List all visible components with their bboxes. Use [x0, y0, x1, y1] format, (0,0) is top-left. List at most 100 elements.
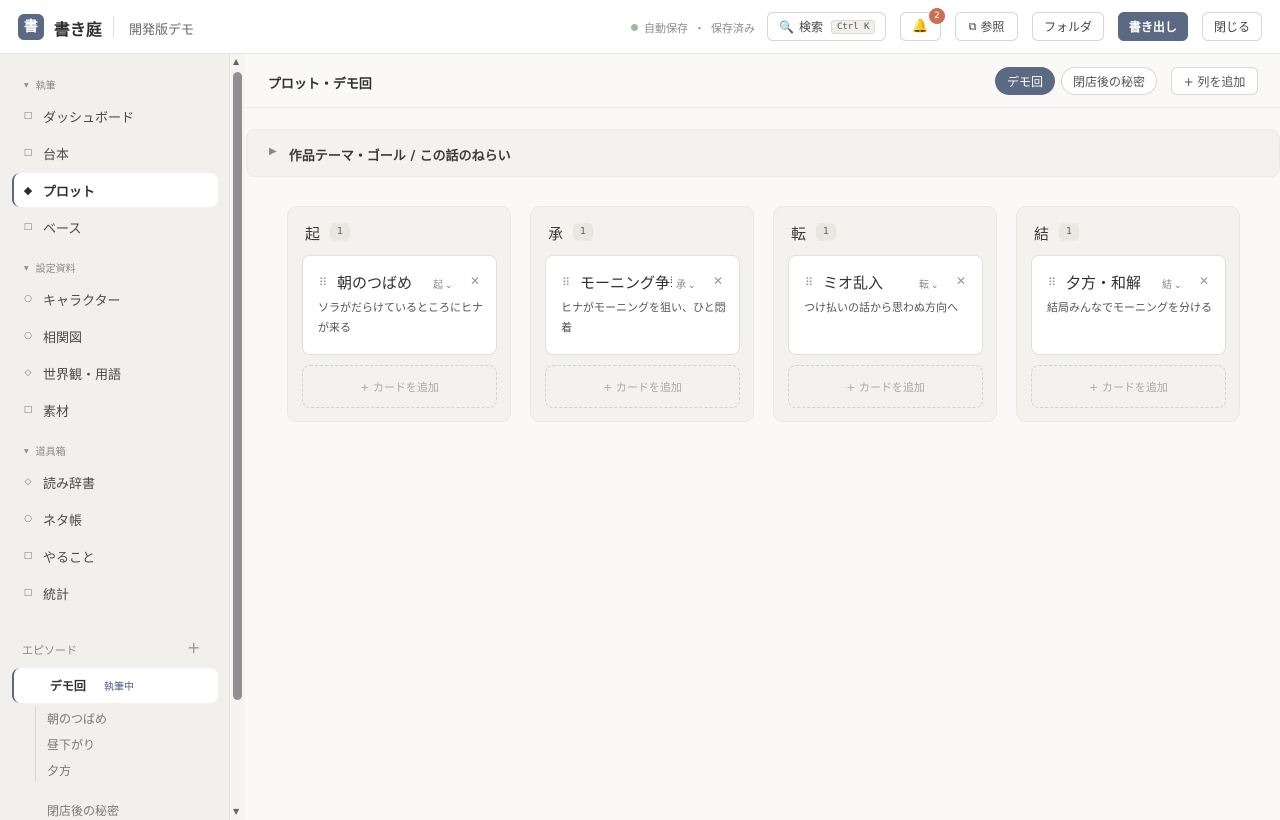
plot-column: 起 1 ⠿ 朝のつばめ 起 ⌄ ✕ ソラがだらけているところにヒナが来る + カー…	[287, 206, 511, 422]
drag-handle-icon[interactable]: ⠿	[1048, 276, 1056, 289]
chevron-down-icon: ⌄	[1174, 281, 1182, 291]
sidebar-item-todo[interactable]: □ やること	[12, 539, 218, 573]
card-title[interactable]: 朝のつばめ	[337, 272, 429, 294]
circle-icon: ○	[24, 514, 32, 524]
column-title[interactable]: 起	[305, 223, 320, 244]
section-label-settings[interactable]: ▼ 設定資料	[24, 260, 76, 275]
card-title[interactable]: 夕方・和解	[1066, 272, 1158, 294]
add-card-button[interactable]: + カードを追加	[302, 365, 497, 408]
export-button[interactable]: 書き出し	[1118, 12, 1188, 41]
project-name: 開発版デモ	[129, 23, 195, 38]
page-title: プロット・デモ回	[268, 77, 373, 92]
sidebar-item-base[interactable]: □ ベース	[12, 210, 218, 244]
episode-scene-item[interactable]: 朝のつばめ	[47, 710, 107, 727]
plot-card[interactable]: ⠿ 朝のつばめ 起 ⌄ ✕ ソラがだらけているところにヒナが来る	[302, 255, 497, 355]
close-icon[interactable]: ✕	[1199, 274, 1209, 288]
drag-handle-icon[interactable]: ⠿	[562, 276, 570, 289]
card-column-select[interactable]: 起 ⌄	[433, 276, 453, 291]
column-title[interactable]: 承	[548, 223, 563, 244]
caret-down-icon: ▼	[24, 265, 29, 272]
episode-tab[interactable]: 閉店後の秘密	[1061, 67, 1157, 95]
reference-button[interactable]: ⧉ 参照	[955, 12, 1018, 41]
plot-card[interactable]: ⠿ ミオ乱入 転 ⌄ ✕ つけ払いの話から思わぬ方向へ	[788, 255, 983, 355]
column-title[interactable]: 転	[791, 223, 806, 244]
square-icon: □	[23, 148, 33, 158]
card-body[interactable]: ヒナがモーニングを狙い、ひと悶着	[561, 298, 729, 338]
sidebar-item-idea-notes[interactable]: ○ ネタ帳	[12, 502, 218, 536]
column-count: 1	[1059, 223, 1079, 241]
search-label: 検索	[798, 20, 823, 34]
card-column-select[interactable]: 結 ⌄	[1162, 276, 1182, 291]
caret-down-icon: ▼	[24, 448, 29, 455]
sidebar-item-materials[interactable]: □ 素材	[12, 393, 218, 427]
square-icon: □	[23, 111, 33, 121]
episode-status: 執筆中	[104, 682, 135, 693]
add-episode-button[interactable]: +	[187, 638, 200, 657]
add-column-button[interactable]: + 列を追加	[1171, 67, 1258, 95]
autosave-dot-icon	[631, 24, 638, 31]
card-title[interactable]: ミオ乱入	[823, 272, 915, 294]
square-icon: □	[23, 551, 33, 561]
add-card-button[interactable]: + カードを追加	[788, 365, 983, 408]
sidebar-item-reading-dict[interactable]: ◇ 読み辞書	[12, 465, 218, 499]
close-icon[interactable]: ✕	[470, 274, 480, 288]
sidebar-item-characters[interactable]: ○ キャラクター	[12, 282, 218, 316]
drag-handle-icon[interactable]: ⠿	[319, 276, 327, 289]
sidebar: ▼ 執筆 □ ダッシュボード □ 台本 ◆ プロット □ ベース ▼ 設定資料 ○ キャラクタ…	[0, 54, 230, 820]
search-button[interactable]: 🔍 検索 Ctrl K	[767, 12, 886, 41]
card-body[interactable]: つけ払いの話から思わぬ方向へ	[804, 298, 972, 318]
chevron-down-icon: ⌄	[445, 281, 453, 291]
section-label-tools[interactable]: ▼ 道具箱	[24, 443, 66, 458]
square-icon: □	[23, 405, 33, 415]
scroll-up-icon[interactable]: ▲	[233, 57, 239, 66]
episode-tab-active[interactable]: デモ回	[995, 67, 1055, 95]
square-icon: □	[23, 588, 33, 598]
sidebar-item-script[interactable]: □ 台本	[12, 136, 218, 170]
card-column-select[interactable]: 転 ⌄	[919, 276, 939, 291]
card-body[interactable]: 結局みんなでモーニングを分ける	[1047, 298, 1215, 318]
sidebar-item-dashboard[interactable]: □ ダッシュボード	[12, 99, 218, 133]
card-column-select[interactable]: 承 ⌄	[676, 276, 696, 291]
theme-collapsible[interactable]: ▶ 作品テーマ・ゴール / この話のねらい	[246, 129, 1280, 177]
column-title[interactable]: 結	[1034, 223, 1049, 244]
scrollbar-thumb[interactable]	[233, 72, 242, 700]
sidebar-item-relations[interactable]: ○ 相関図	[12, 319, 218, 353]
search-shortcut: Ctrl K	[830, 19, 876, 34]
close-icon[interactable]: ✕	[956, 274, 966, 288]
sidebar-item-plot[interactable]: ◆ プロット	[12, 173, 218, 207]
card-title[interactable]: モーニング争奪	[580, 272, 672, 294]
sidebar-item-stats[interactable]: □ 統計	[12, 576, 218, 610]
column-count: 1	[330, 223, 350, 241]
add-card-button[interactable]: + カードを追加	[545, 365, 740, 408]
scroll-down-icon[interactable]: ▼	[233, 807, 239, 816]
close-icon[interactable]: ✕	[713, 274, 723, 288]
plot-column: 承 1 ⠿ モーニング争奪 承⌄ ✕ ヒナがモーニングを狙い、ひと悶着 + カー…	[530, 206, 754, 422]
sidebar-scrollbar[interactable]: ▲ ▼	[231, 54, 245, 820]
sidebar-item-worldview[interactable]: ◇ 世界観・用語	[12, 356, 218, 390]
episode-item-active[interactable]: デモ回 執筆中	[12, 668, 218, 703]
drag-handle-icon[interactable]: ⠿	[805, 276, 813, 289]
caret-right-icon: ▶	[269, 146, 277, 157]
section-label-writing[interactable]: ▼ 執筆	[24, 77, 56, 92]
plot-card[interactable]: ⠿ モーニング争奪 承⌄ ✕ ヒナがモーニングを狙い、ひと悶着	[545, 255, 740, 355]
chevron-down-icon: ⌄	[688, 281, 696, 291]
diamond-icon: ◇	[24, 477, 32, 487]
add-card-button[interactable]: + カードを追加	[1031, 365, 1226, 408]
folder-button[interactable]: フォルダ	[1032, 12, 1104, 41]
header-divider	[113, 16, 114, 38]
episode-scene-item[interactable]: 昼下がり	[47, 736, 95, 753]
app-logo: 書	[18, 14, 44, 40]
card-body[interactable]: ソラがだらけているところにヒナが来る	[318, 298, 486, 338]
column-count: 1	[816, 223, 836, 241]
plot-column: 結 1 ⠿ 夕方・和解 結 ⌄ ✕ 結局みんなでモーニングを分ける + カードを追…	[1016, 206, 1240, 422]
divider	[246, 107, 1280, 108]
close-button[interactable]: 閉じる	[1202, 12, 1262, 41]
theme-label: 作品テーマ・ゴール / この話のねらい	[289, 149, 511, 164]
episode-scene-item[interactable]: 夕方	[47, 762, 71, 779]
circle-icon: ○	[24, 331, 32, 341]
plot-card[interactable]: ⠿ 夕方・和解 結 ⌄ ✕ 結局みんなでモーニングを分ける	[1031, 255, 1226, 355]
autosave-separator: ・	[694, 22, 705, 35]
episode-item[interactable]: 閉店後の秘密	[47, 802, 119, 819]
plot-column: 転 1 ⠿ ミオ乱入 転 ⌄ ✕ つけ払いの話から思わぬ方向へ + カードを追加	[773, 206, 997, 422]
episodes-label: エピソード	[22, 644, 77, 657]
